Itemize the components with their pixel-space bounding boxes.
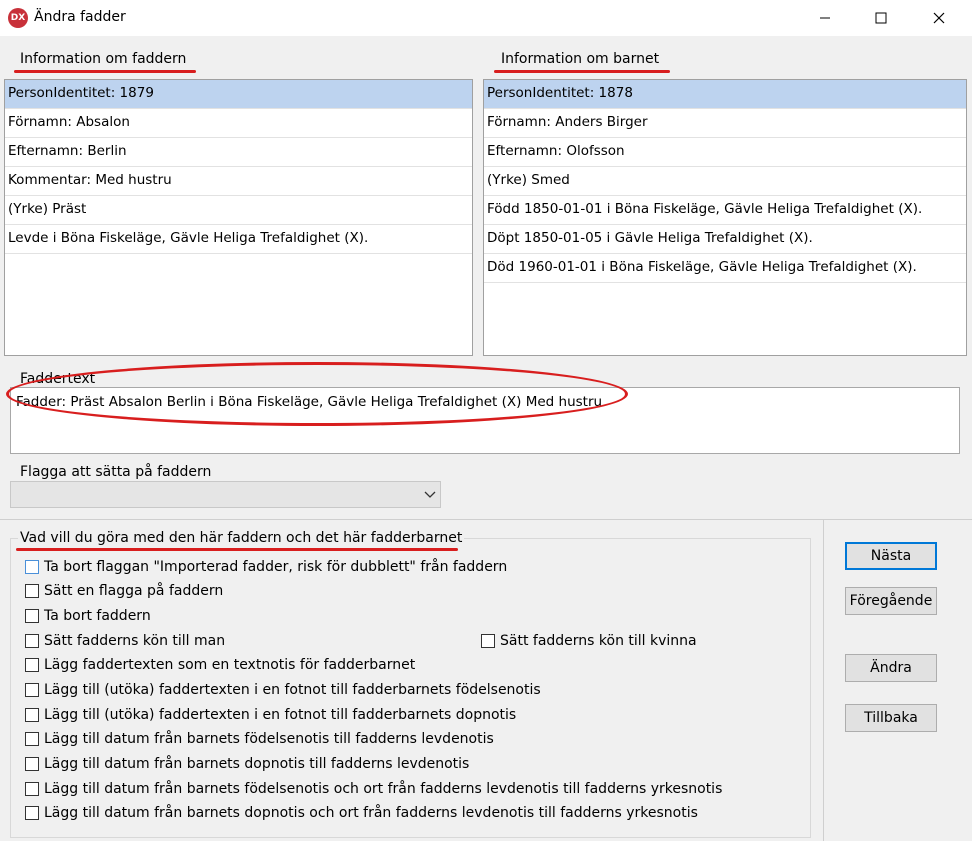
chevron-down-icon [424, 491, 436, 498]
list-item[interactable]: Döpt 1850-01-05 i Gävle Heliga Trefaldig… [484, 225, 966, 254]
underline-annotation [14, 70, 196, 73]
divider [823, 520, 824, 841]
close-button[interactable] [916, 0, 962, 36]
change-button[interactable]: Ändra [845, 654, 937, 682]
godparent-panel-header: Information om faddern [20, 51, 187, 67]
list-item[interactable]: Levde i Böna Fiskeläge, Gävle Heliga Tre… [5, 225, 472, 254]
actions-header: Vad vill du göra med den här faddern och… [18, 530, 465, 546]
checkbox-gender-female[interactable] [481, 634, 495, 648]
window-title: Ändra fadder [34, 9, 126, 25]
list-item[interactable]: Efternamn: Olofsson [484, 138, 966, 167]
list-item[interactable]: Förnamn: Absalon [5, 109, 472, 138]
checkbox-label: Lägg till datum från barnets dopnotis ti… [44, 756, 470, 772]
checkbox-date-baptism-lived[interactable] [25, 757, 39, 771]
list-item[interactable]: PersonIdentitet: 1879 [5, 80, 472, 109]
list-item[interactable]: Efternamn: Berlin [5, 138, 472, 167]
godparent-info-list[interactable]: PersonIdentitet: 1879 Förnamn: Absalon E… [4, 79, 473, 356]
list-item[interactable]: Död 1960-01-01 i Böna Fiskeläge, Gävle H… [484, 254, 966, 283]
checkbox-set-flag[interactable] [25, 584, 39, 598]
list-item[interactable]: Förnamn: Anders Birger [484, 109, 966, 138]
checkbox-label: Lägg faddertexten som en textnotis för f… [44, 657, 416, 673]
close-icon [933, 12, 945, 24]
minimize-button[interactable] [802, 0, 848, 36]
list-item[interactable]: Kommentar: Med hustru [5, 167, 472, 196]
maximize-icon [875, 12, 887, 24]
child-panel-header: Information om barnet [501, 51, 660, 67]
underline-annotation [494, 70, 670, 73]
checkbox-label: Lägg till datum från barnets födelsenoti… [44, 781, 723, 797]
checkbox-date-baptism-occupation[interactable] [25, 806, 39, 820]
next-button[interactable]: Nästa [845, 542, 937, 570]
checkbox-label: Ta bort faddern [44, 608, 151, 624]
app-icon: DX [8, 8, 28, 28]
list-item[interactable]: PersonIdentitet: 1878 [484, 80, 966, 109]
previous-button[interactable]: Föregående [845, 587, 937, 615]
back-button[interactable]: Tillbaka [845, 704, 937, 732]
list-item[interactable]: Född 1850-01-01 i Böna Fiskeläge, Gävle … [484, 196, 966, 225]
checkbox-label: Lägg till datum från barnets födelsenoti… [44, 731, 494, 747]
checkbox-label: Lägg till (utöka) faddertexten i en fotn… [44, 707, 517, 723]
divider [0, 519, 972, 520]
checkbox-label: Lägg till (utöka) faddertexten i en fotn… [44, 682, 541, 698]
checkbox-remove-import-flag[interactable] [25, 560, 39, 574]
checkbox-footnote-birth[interactable] [25, 683, 39, 697]
child-info-list[interactable]: PersonIdentitet: 1878 Förnamn: Anders Bi… [483, 79, 967, 356]
minimize-icon [820, 17, 830, 19]
checkbox-label: Sätt fadderns kön till kvinna [500, 633, 697, 649]
checkbox-remove-godparent[interactable] [25, 609, 39, 623]
flag-label: Flagga att sätta på faddern [20, 464, 212, 480]
checkbox-date-birth-occupation[interactable] [25, 782, 39, 796]
checkbox-footnote-baptism[interactable] [25, 708, 39, 722]
checkbox-label: Sätt en flagga på faddern [44, 583, 224, 599]
checkbox-label: Lägg till datum från barnets dopnotis oc… [44, 805, 698, 821]
checkbox-label: Sätt fadderns kön till man [44, 633, 226, 649]
maximize-button[interactable] [858, 0, 904, 36]
list-item[interactable]: (Yrke) Smed [484, 167, 966, 196]
checkbox-label: Ta bort flaggan "Importerad fadder, risk… [44, 559, 508, 575]
list-item[interactable]: (Yrke) Präst [5, 196, 472, 225]
underline-annotation [16, 548, 458, 551]
flag-select[interactable] [10, 481, 441, 508]
checkbox-date-birth-lived[interactable] [25, 732, 39, 746]
checkbox-text-note[interactable] [25, 658, 39, 672]
checkbox-gender-male[interactable] [25, 634, 39, 648]
oval-annotation [6, 362, 628, 426]
